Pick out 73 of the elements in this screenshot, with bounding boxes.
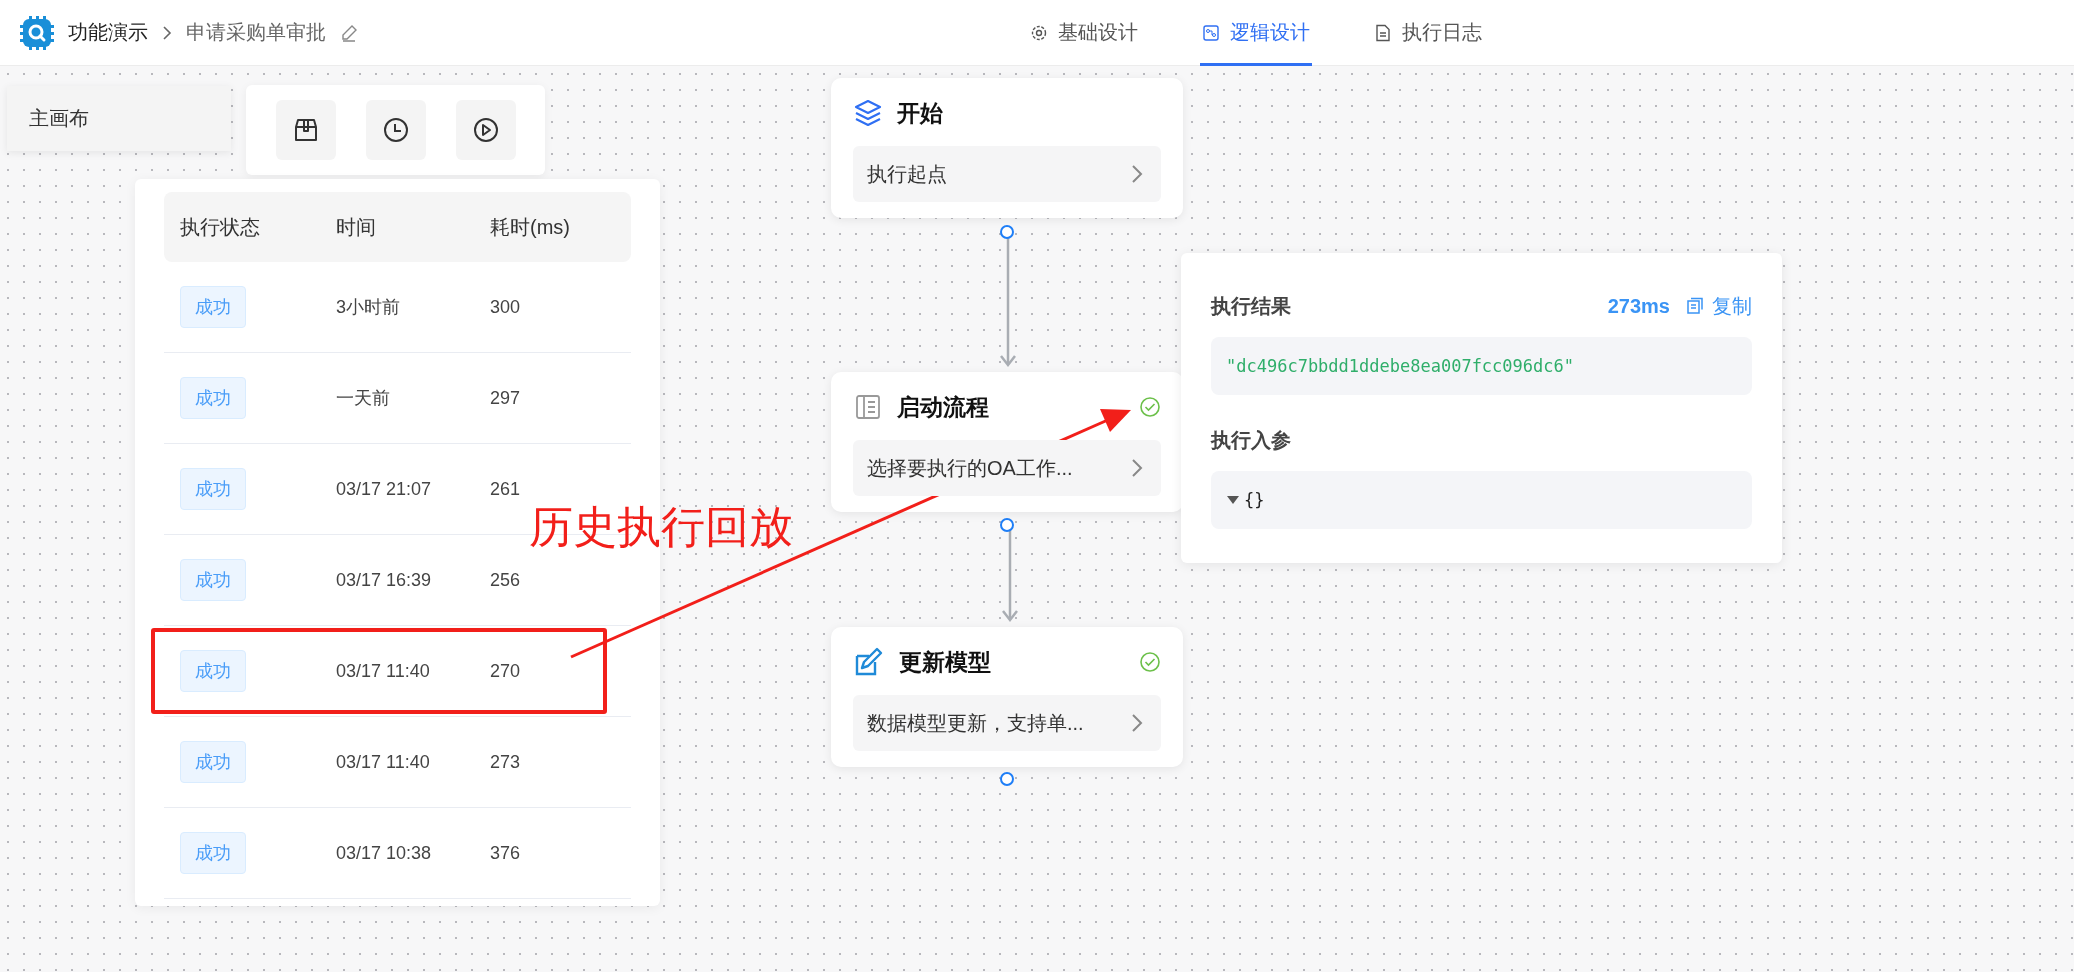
json-text: {}: [1244, 490, 1265, 510]
layers-icon: [853, 98, 883, 128]
column-header: 时间: [336, 214, 377, 240]
connection-handle[interactable]: [1000, 772, 1014, 786]
status-tag: 成功: [180, 377, 246, 419]
node-description[interactable]: 执行起点: [853, 146, 1161, 202]
table-cell-text: 03/17 10:38: [336, 842, 433, 864]
tab[interactable]: 执行日志: [1372, 0, 1484, 66]
status-tag: 成功: [180, 559, 246, 601]
status-tag: 成功: [180, 650, 246, 692]
breadcrumb-link[interactable]: 功能演示: [68, 19, 148, 46]
flow-node[interactable]: 更新模型 数据模型更新，支持单...: [831, 627, 1183, 767]
description-text: 选择要执行的OA工作...: [867, 455, 1073, 481]
chevron-right-icon: [1131, 164, 1143, 184]
table-cell-text: 261: [490, 478, 522, 500]
connection-handle[interactable]: [1000, 518, 1014, 532]
description-text: 执行起点: [867, 161, 947, 187]
chevron-right-icon: [1131, 458, 1143, 478]
node-title: 开始: [897, 98, 944, 128]
result-value: "dc496c7bbdd1ddebe8ea007fcc096dc6": [1211, 337, 1752, 395]
flow-node[interactable]: 启动流程 选择要执行的OA工作...: [831, 372, 1183, 512]
edit-icon: [853, 646, 885, 678]
status-tag: 成功: [180, 832, 246, 874]
section-title: 执行入参: [1211, 427, 1292, 453]
page-title: 申请采购单审批: [186, 20, 326, 45]
table-cell-text: 03/17 21:07: [336, 478, 433, 500]
description-text: 数据模型更新，支持单...: [867, 710, 1084, 736]
node-title: 更新模型: [899, 647, 992, 677]
node-description[interactable]: 数据模型更新，支持单...: [853, 695, 1161, 751]
table-cell-text: 297: [490, 387, 522, 409]
history-row[interactable]: 成功 03/17 10:38 376: [164, 808, 631, 899]
node-description[interactable]: 选择要执行的OA工作...: [853, 440, 1161, 496]
settings-icon: [1030, 23, 1048, 42]
canvas-tab[interactable]: 主画布: [7, 86, 231, 151]
table-cell-text: 03/17 16:39: [336, 569, 433, 591]
package-button[interactable]: [275, 100, 336, 160]
duration-text: 273ms: [1607, 294, 1670, 318]
status-tag: 成功: [180, 741, 246, 783]
column-header: 耗时(ms): [490, 214, 571, 240]
tab[interactable]: 基础设计: [1028, 0, 1140, 66]
edit-pencil-icon[interactable]: [340, 23, 358, 42]
history-row[interactable]: 成功 一天前 297: [164, 353, 631, 444]
table-cell-text: 376: [490, 842, 522, 864]
chevron-right-icon: [162, 24, 172, 41]
run-button[interactable]: [455, 100, 516, 160]
node-title: 启动流程: [897, 392, 990, 422]
status-tag: 成功: [180, 286, 246, 328]
play-icon: [471, 116, 500, 144]
history-row[interactable]: 成功 03/17 11:40 273: [164, 717, 631, 808]
status-tag: 成功: [180, 468, 246, 510]
table-cell-text: 270: [490, 660, 522, 682]
column-header: 执行状态: [180, 214, 261, 240]
table-cell-text: 256: [490, 569, 522, 591]
copy-icon: [1686, 297, 1704, 315]
table-cell-text: 3小时前: [336, 296, 401, 319]
history-button[interactable]: [365, 100, 426, 160]
flow-node[interactable]: 开始 执行起点: [831, 78, 1183, 218]
table-cell-text: 273: [490, 751, 522, 773]
section-title: 执行结果: [1211, 293, 1292, 319]
document-icon: [1374, 23, 1392, 42]
chevron-right-icon: [1131, 713, 1143, 733]
table-cell-text: 300: [490, 296, 522, 318]
table-cell-text: 03/17 11:40: [336, 751, 431, 773]
search-logo-icon: [20, 15, 54, 50]
table-cell-text: 一天前: [336, 387, 391, 410]
connection-handle[interactable]: [1000, 225, 1014, 239]
clock-icon: [381, 116, 410, 144]
table-cell-text: 03/17 11:40: [336, 660, 431, 682]
flow-chart-icon: [1202, 23, 1220, 42]
history-row[interactable]: 成功 03/17 11:40 270: [164, 626, 631, 717]
panel-icon: [853, 392, 883, 422]
caret-down-icon[interactable]: [1226, 495, 1240, 505]
history-row[interactable]: 成功 3小时前 300: [164, 262, 631, 353]
